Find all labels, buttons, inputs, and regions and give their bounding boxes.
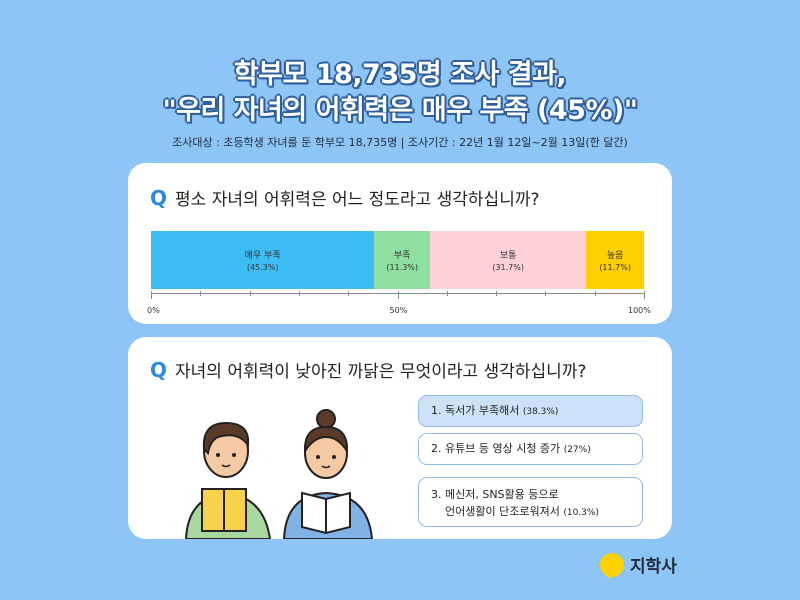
reason-3-label-line1: 3. 메신저, SNS활용 등으로: [431, 488, 559, 501]
tick-label: 0%: [147, 306, 160, 315]
bar-value-label: (31.7%): [492, 263, 524, 272]
reason-1-pct: (38.3%): [522, 407, 559, 417]
bar-value-label: (11.7%): [599, 263, 631, 272]
question-2-card: Q 자녀의 어휘력이 낮아진 까닭은 무엇이라고 생각하십니까? 1. 독서가 부…: [128, 337, 672, 539]
bar-label: 매우 부족: [244, 251, 281, 261]
axis-tick: [249, 291, 251, 296]
bar-segment: 부족 (11.3%): [374, 231, 431, 289]
bar-segment: 높음 (11.7%): [586, 231, 644, 289]
axis-tick: [298, 291, 300, 296]
title-line-1: 학부모 18,735명 조사 결과,: [233, 59, 567, 90]
axis-tick: [151, 291, 152, 299]
reason-option-1: 1. 독서가 부족해서 (38.3%): [418, 395, 643, 427]
bar-segment: 매우 부족 (45.3%): [151, 231, 375, 289]
axis-tick: [200, 291, 202, 296]
reason-3-pct: (10.3%): [563, 508, 599, 518]
axis-tick: [594, 291, 596, 296]
axis-tick: [397, 291, 399, 299]
question-2-text: 자녀의 어휘력이 낮아진 까닭은 무엇이라고 생각하십니까?: [175, 362, 587, 382]
parents-reading-illustration: [184, 409, 374, 539]
question-2: Q 자녀의 어휘력이 낮아진 까닭은 무엇이라고 생각하십니까?: [150, 357, 586, 382]
brand-name: 지학사: [630, 557, 677, 577]
reason-3-label-line2: 언어생활이 단조로워져서: [445, 505, 560, 518]
stacked-bar: 매우 부족 (45.3%) 부족 (11.3%) 보통 (31.7%) 높음 (11.7%): [151, 231, 644, 289]
bar-label: 높음: [606, 251, 624, 261]
bar-label: 보통: [499, 251, 517, 261]
title-line-2: "우리 자녀의 어휘력은 매우 부족 (45%)": [162, 95, 638, 126]
survey-info: 조사대상 : 초등학생 자녀를 둔 학부모 18,735명 | 조사기간 : 2…: [172, 136, 628, 149]
q-mark: Q: [150, 358, 168, 382]
question-1-text: 평소 자녀의 어휘력은 어느 정도라고 생각하십니까?: [175, 190, 540, 210]
tick-label: 50%: [389, 306, 408, 315]
axis-tick: [348, 291, 350, 296]
axis-tick: [446, 291, 448, 296]
bar-label: 부족: [393, 251, 411, 261]
question-1: Q 평소 자녀의 어휘력은 어느 정도라고 생각하십니까?: [150, 185, 540, 210]
bar-value-label: (11.3%): [386, 263, 418, 272]
axis-tick: [545, 291, 547, 296]
tick-label: 100%: [628, 306, 651, 315]
axis-tick: [496, 291, 498, 296]
reason-1-label: 1. 독서가 부족해서: [431, 404, 520, 417]
reason-2-label: 2. 유튜브 등 영상 시청 증가: [431, 442, 561, 455]
question-1-card: Q 평소 자녀의 어휘력은 어느 정도라고 생각하십니까? 매우 부족 (45.3%…: [128, 163, 672, 324]
q-mark: Q: [150, 186, 168, 210]
bar-segment: 보통 (31.7%): [430, 231, 587, 289]
reason-2-pct: (27%): [563, 445, 591, 455]
reason-option-3: 3. 메신저, SNS활용 등으로 언어생활이 단조로워져서 (10.3%): [418, 477, 643, 527]
brand-logo: 지학사: [600, 552, 677, 577]
reason-option-2: 2. 유튜브 등 영상 시청 증가 (27%): [418, 433, 643, 465]
speech-bubble-icon: [600, 552, 624, 577]
bar-value-label: (45.3%): [246, 263, 279, 272]
axis-tick: [644, 291, 645, 299]
x-axis: [151, 291, 645, 303]
